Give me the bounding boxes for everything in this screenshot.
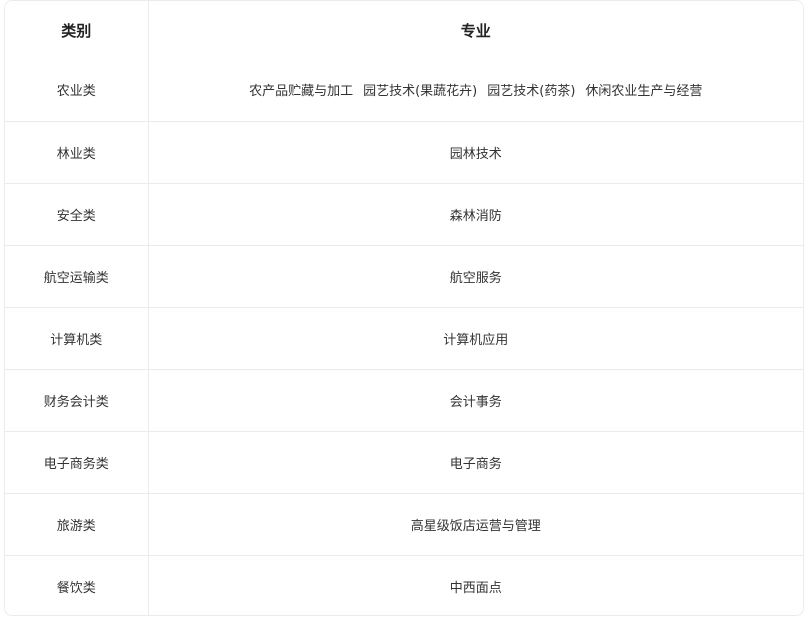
table-row: 餐饮类 中西面点 (5, 554, 803, 615)
row-majors: 园林技术 (148, 120, 803, 183)
row-category: 航空运输类 (5, 244, 149, 307)
row-majors: 计算机应用 (148, 306, 803, 369)
table-row: 计算机类 计算机应用 (5, 306, 803, 369)
major-item: 高星级饭店运营与管理 (410, 518, 541, 534)
major-item: 航空服务 (449, 270, 502, 286)
row-category: 安全类 (5, 182, 149, 245)
row-majors: 中西面点 (148, 554, 803, 615)
major-item: 农产品贮藏与加工 (249, 84, 354, 100)
row-majors: 农产品贮藏与加工 园艺技术(果蔬花卉) 园艺技术(药茶) 休闲农业生产与经营 (148, 59, 803, 121)
majors-table-container: 类别 专业 农业类 农产品贮藏与加工 园艺技术(果蔬花卉) 园艺技术(药茶) 休闲农业… (4, 0, 804, 616)
major-item: 电子商务 (449, 456, 502, 472)
major-item: 园林技术 (449, 146, 502, 162)
major-item: 会计事务 (449, 394, 502, 410)
major-item: 园艺技术(果蔬花卉) (363, 84, 478, 100)
row-majors: 高星级饭店运营与管理 (148, 492, 803, 555)
row-category: 餐饮类 (5, 554, 149, 615)
row-category: 计算机类 (5, 306, 149, 369)
row-majors: 会计事务 (148, 368, 803, 431)
table-row: 财务会计类 会计事务 (5, 368, 803, 431)
header-major: 专业 (460, 21, 491, 40)
majors-table: 类别 专业 农业类 农产品贮藏与加工 园艺技术(果蔬花卉) 园艺技术(药茶) 休闲农业… (5, 1, 803, 615)
table-row: 安全类 森林消防 (5, 182, 803, 245)
table-row: 林业类 园林技术 (5, 120, 803, 183)
major-item: 园艺技术(药茶) (487, 84, 576, 100)
row-category: 林业类 (5, 120, 149, 183)
row-majors: 电子商务 (148, 430, 803, 493)
row-category: 电子商务类 (5, 430, 149, 493)
table-row: 电子商务类 电子商务 (5, 430, 803, 493)
header-category: 类别 (5, 1, 149, 59)
table-row: 旅游类 高星级饭店运营与管理 (5, 492, 803, 555)
table-header-row: 类别 专业 (5, 1, 803, 59)
table-row: 航空运输类 航空服务 (5, 244, 803, 307)
row-category: 旅游类 (5, 492, 149, 555)
row-majors: 航空服务 (148, 244, 803, 307)
major-item: 休闲农业生产与经营 (585, 84, 703, 100)
row-majors: 森林消防 (148, 182, 803, 245)
major-item: 计算机应用 (443, 332, 509, 348)
table-row: 农业类 农产品贮藏与加工 园艺技术(果蔬花卉) 园艺技术(药茶) 休闲农业生产与经营 (5, 59, 803, 121)
major-item: 森林消防 (449, 208, 502, 224)
row-category: 农业类 (5, 59, 149, 121)
row-category: 财务会计类 (5, 368, 149, 431)
major-item: 中西面点 (449, 580, 502, 596)
